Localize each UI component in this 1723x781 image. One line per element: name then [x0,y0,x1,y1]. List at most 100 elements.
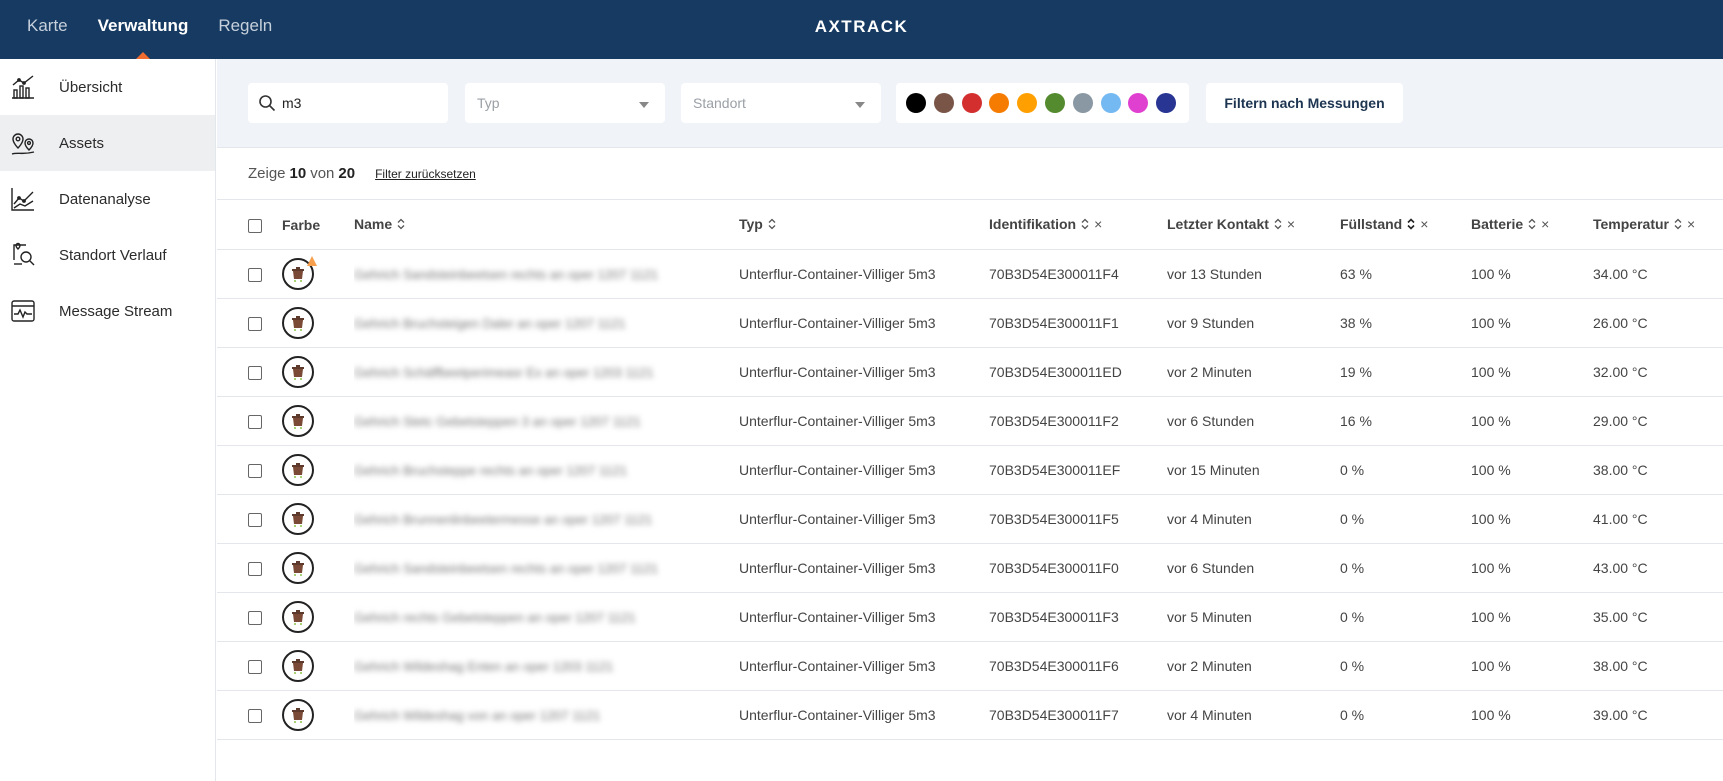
warning-icon [306,254,318,270]
table-header-row: Farbe Name Typ Identifikation × Letzter K… [217,201,1723,250]
asset-type: Unterflur-Container-Villiger 5m3 [739,657,936,674]
table-row[interactable]: Gehrich Wildeshag von an oper 1207 1121 U… [217,690,1723,740]
color-filter-dot[interactable] [961,93,982,113]
sort-icon[interactable] [1406,217,1416,233]
row-checkbox[interactable] [248,414,262,429]
row-checkbox[interactable] [248,267,262,282]
table-row[interactable]: Gehrich Bruchsteigen Daler an oper 1207 … [217,298,1723,348]
sort-icon[interactable] [767,217,777,233]
asset-name[interactable]: Gehrich Wildeshag Enten an oper 1203 112… [354,659,613,674]
sort-icon[interactable] [396,217,406,233]
remove-column-icon[interactable]: × [1094,216,1102,232]
row-checkbox[interactable] [248,708,262,723]
asset-name[interactable]: Gehrich Bruchsteppe rechts an oper 1207 … [354,463,627,478]
asset-temperature: 29.00 °C [1593,412,1648,429]
asset-battery: 100 % [1471,510,1511,527]
asset-battery: 100 % [1471,412,1511,429]
asset-fill-level: 0 % [1340,559,1365,576]
asset-battery: 100 % [1471,314,1511,331]
asset-color-icon [282,453,314,486]
column-header-ident[interactable]: Identifikation [989,216,1076,232]
sidebar-item-message-stream[interactable]: Message Stream [0,283,215,339]
row-checkbox[interactable] [248,610,262,625]
asset-identification: 70B3D54E300011EF [989,461,1121,478]
remove-column-icon[interactable]: × [1687,216,1695,232]
asset-name[interactable]: Gehrich Sandsteinbeetsen rechts an oper … [354,267,658,282]
asset-name[interactable]: Gehrich Schäffbeetperimeasr Ex an oper 1… [354,365,653,380]
asset-name[interactable]: Gehrich rechts Gebetsteppen an oper 1207… [354,610,636,625]
asset-temperature: 41.00 °C [1593,510,1648,527]
table-row[interactable]: Gehrich Sandsteinbeetsen rechts an oper … [217,249,1723,299]
column-header-contact[interactable]: Letzter Kontakt [1167,216,1269,232]
color-filter-dot[interactable] [1044,93,1065,113]
asset-battery: 100 % [1471,265,1511,282]
sidebar-item-standort-verlauf[interactable]: Standort Verlauf [0,227,215,283]
asset-name[interactable]: Gehrich Bruchsteigen Daler an oper 1207 … [354,316,626,331]
type-select[interactable]: Typ [465,83,665,123]
color-filter-dot[interactable] [906,93,926,113]
location-select[interactable]: Standort [681,83,881,123]
asset-name[interactable]: Gehrich Sandsteinbeetsen rechts an oper … [354,561,658,576]
table-row[interactable]: Gehrich Wildeshag Enten an oper 1203 112… [217,641,1723,691]
asset-last-contact: vor 2 Minuten [1167,657,1252,674]
column-header-name[interactable]: Name [354,216,392,232]
color-filter-dot[interactable] [1072,93,1093,113]
chevron-down-icon [855,102,865,108]
asset-last-contact: vor 4 Minuten [1167,510,1252,527]
color-filter-dot[interactable] [989,93,1010,113]
row-checkbox[interactable] [248,512,262,527]
column-header-fill[interactable]: Füllstand [1340,216,1402,232]
asset-temperature: 38.00 °C [1593,461,1648,478]
sidebar-item-uebersicht[interactable]: Übersicht [0,59,215,115]
sort-icon[interactable] [1527,217,1537,233]
asset-last-contact: vor 4 Minuten [1167,706,1252,723]
remove-column-icon[interactable]: × [1541,216,1549,232]
asset-color-icon [282,649,314,682]
asset-temperature: 35.00 °C [1593,608,1648,625]
sort-icon[interactable] [1080,217,1090,233]
row-checkbox[interactable] [248,463,262,478]
row-checkbox[interactable] [248,365,262,380]
column-header-temp[interactable]: Temperatur [1593,216,1669,232]
asset-last-contact: vor 13 Stunden [1167,265,1262,282]
asset-battery: 100 % [1471,608,1511,625]
row-checkbox[interactable] [248,561,262,576]
select-all-checkbox[interactable] [248,218,262,233]
remove-column-icon[interactable]: × [1287,216,1295,232]
asset-color-icon [282,306,314,339]
color-filter-dot[interactable] [933,93,954,113]
remove-column-icon[interactable]: × [1420,216,1428,232]
table-row[interactable]: Gehrich Brunnenlinbeetermesse an oper 12… [217,494,1723,544]
asset-type: Unterflur-Container-Villiger 5m3 [739,412,936,429]
table-row[interactable]: Gehrich Bruchsteppe rechts an oper 1207 … [217,445,1723,495]
column-header-battery[interactable]: Batterie [1471,216,1523,232]
sidebar-item-label: Standort Verlauf [59,246,167,264]
color-filter-dot[interactable] [1156,93,1177,113]
table-row[interactable]: Gehrich Schäffbeetperimeasr Ex an oper 1… [217,347,1723,397]
color-filter-dot[interactable] [1128,93,1149,113]
sidebar-item-assets[interactable]: Assets [0,115,215,171]
color-filter-dot[interactable] [1017,93,1038,113]
column-header-type[interactable]: Typ [739,216,763,232]
color-filter-dot[interactable] [1100,93,1121,113]
sort-icon[interactable] [1673,217,1683,233]
asset-name[interactable]: Gehrich Brunnenlinbeetermesse an oper 12… [354,512,652,527]
table-row[interactable]: Gehrich Stetc Gebetsteppen 3 an oper 120… [217,396,1723,446]
row-checkbox[interactable] [248,659,262,674]
asset-name[interactable]: Gehrich Wildeshag von an oper 1207 1121 [354,708,600,723]
asset-color-icon [282,404,314,437]
asset-fill-level: 0 % [1340,706,1365,723]
asset-name[interactable]: Gehrich Stetc Gebetsteppen 3 an oper 120… [354,414,641,429]
row-checkbox[interactable] [248,316,262,331]
sidebar-item-datenanalyse[interactable]: Datenanalyse [0,171,215,227]
asset-battery: 100 % [1471,461,1511,478]
summary-shown-count: 10 [289,165,307,182]
search-box[interactable] [248,83,448,123]
filter-by-measurements-button[interactable]: Filtern nach Messungen [1206,83,1403,123]
asset-type: Unterflur-Container-Villiger 5m3 [739,314,936,331]
sort-icon[interactable] [1273,217,1283,233]
table-row[interactable]: Gehrich Sandsteinbeetsen rechts an oper … [217,543,1723,593]
reset-filter-link[interactable]: Filter zurücksetzen [375,167,476,181]
search-input[interactable] [282,95,432,111]
table-row[interactable]: Gehrich rechts Gebetsteppen an oper 1207… [217,592,1723,642]
